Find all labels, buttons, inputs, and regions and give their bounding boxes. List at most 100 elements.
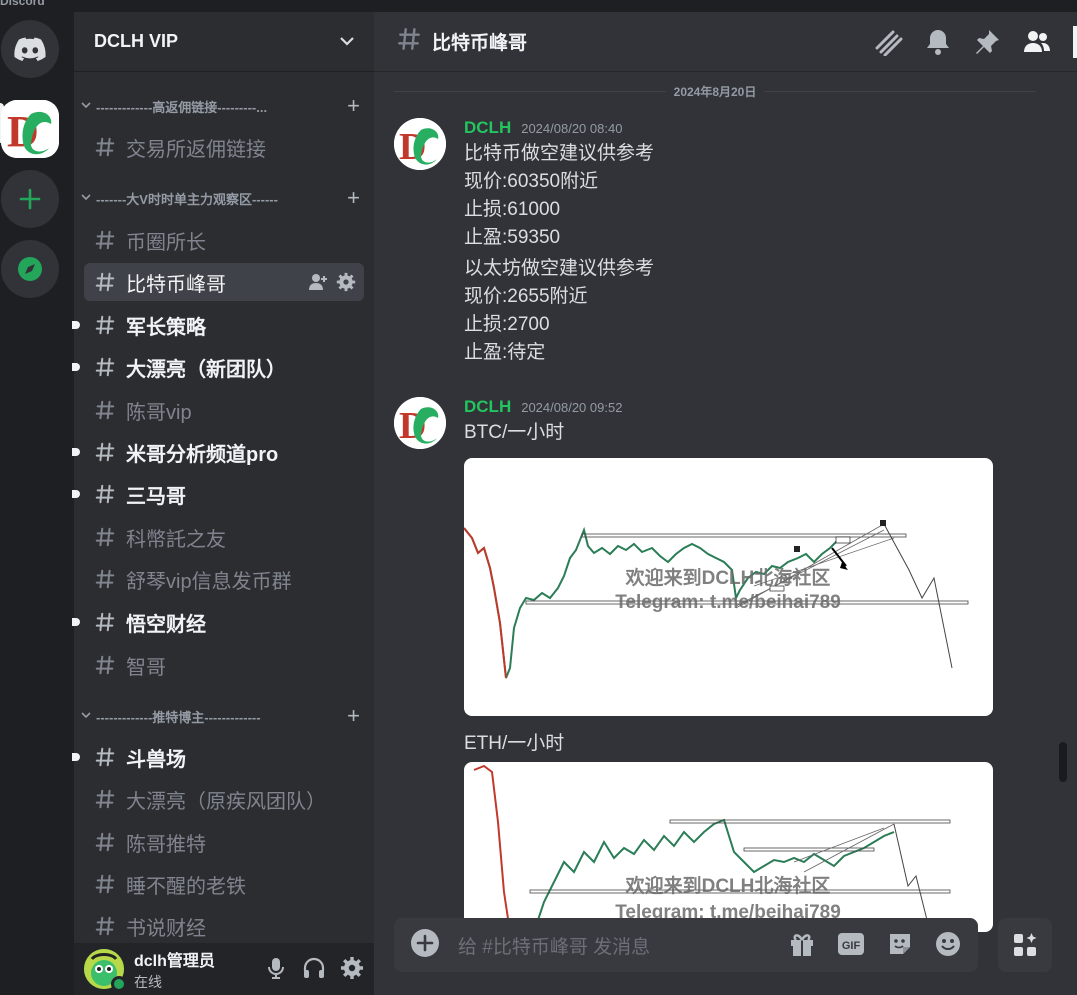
category-label: -------大V时时单主力观察区------ (96, 191, 278, 207)
channel-hash-icon (94, 136, 116, 158)
window-title: Discord (0, 0, 45, 8)
unread-indicator (72, 490, 80, 498)
online-status-icon (111, 976, 127, 992)
watermark-line-1: 欢迎来到DCLH北海社区 (625, 874, 831, 897)
message-line: 止损:61000 (464, 199, 561, 220)
add-server-icon[interactable] (1, 170, 59, 228)
channel-item[interactable]: 斗兽场 (72, 738, 364, 776)
channel-label: 大漂亮（新团队） (126, 358, 286, 381)
author-avatar[interactable]: D (394, 118, 446, 170)
category-header[interactable]: -------------高返佣链接---------... + (74, 94, 374, 118)
channel-label: 舒琴vip信息发币群 (126, 570, 292, 593)
channel-sidebar: DCLH VIP -------------高返佣链接---------... +… (72, 12, 374, 995)
sticker-icon[interactable] (886, 930, 914, 963)
channel-settings-gear-icon[interactable] (336, 272, 356, 298)
chevron-down-icon (80, 99, 94, 114)
channel-item[interactable]: 陈哥vip (84, 391, 364, 429)
channel-item[interactable]: 米哥分析频道pro (72, 433, 364, 471)
channel-item[interactable]: 书说财经 (84, 907, 364, 945)
create-channel-plus-icon[interactable]: + (347, 187, 360, 209)
svg-text:GIF: GIF (842, 940, 861, 952)
channel-label: 币圈所长 (126, 231, 206, 254)
message-line: 止盈:59350 (464, 227, 561, 248)
channel-item[interactable]: 交易所返佣链接 (84, 128, 364, 166)
message-input[interactable]: 给 #比特币峰哥 发消息 (458, 932, 650, 959)
app-launcher-button[interactable] (998, 918, 1052, 972)
guild-header[interactable]: DCLH VIP (74, 12, 374, 72)
search-bar-edge[interactable] (1073, 26, 1077, 58)
channel-item[interactable]: 睡不醒的老铁 (84, 865, 364, 903)
channel-item[interactable]: 比特币峰哥 (84, 263, 364, 301)
channel-item[interactable]: 科幣託之友 (84, 518, 364, 556)
unread-indicator (72, 753, 80, 761)
channel-label: 陈哥推特 (126, 833, 206, 856)
emoji-icon[interactable] (934, 930, 962, 963)
category-header[interactable]: -------大V时时单主力观察区------ + (74, 186, 374, 210)
channel-label: 三马哥 (126, 485, 186, 508)
invite-members-icon[interactable] (308, 272, 328, 298)
unread-indicator (72, 321, 80, 329)
channel-hash-icon (94, 441, 116, 463)
microphone-icon[interactable] (264, 956, 288, 985)
message-line: 比特币做空建议供参考 (464, 143, 655, 164)
channel-hash-icon (94, 229, 116, 251)
message-author[interactable]: DCLH (464, 118, 511, 138)
gif-icon[interactable]: GIF (836, 930, 866, 963)
message-composer[interactable]: 给 #比特币峰哥 发消息 GIF (394, 918, 978, 972)
username: dclh管理员 (134, 952, 215, 970)
user-status: 在线 (134, 973, 162, 990)
gift-icon[interactable] (788, 930, 816, 963)
create-channel-plus-icon[interactable]: + (347, 705, 360, 727)
channel-hash-icon (94, 356, 116, 378)
server-rail: D (0, 12, 74, 995)
member-list-icon[interactable] (1023, 28, 1051, 61)
author-avatar[interactable]: D (394, 397, 446, 449)
watermark-line-2: Telegram: t.me/beihai789 (615, 592, 841, 613)
pinned-messages-icon[interactable] (973, 28, 1001, 61)
channel-item[interactable]: 三马哥 (72, 475, 364, 513)
channel-hash-icon (94, 831, 116, 853)
explore-discovery-icon[interactable] (1, 240, 59, 298)
create-channel-plus-icon[interactable]: + (347, 95, 360, 117)
channel-item[interactable]: 舒琴vip信息发币群 (84, 560, 364, 598)
category-header[interactable]: -------------推特博主------------- + (74, 704, 374, 728)
channel-hash-icon (94, 873, 116, 895)
message-line: 止损:2700 (464, 314, 550, 335)
chevron-down-icon (80, 191, 94, 206)
window-titlebar: Discord (0, 0, 1077, 12)
channel-hash-icon (396, 26, 422, 57)
channel-item[interactable]: 悟空财经 (72, 603, 364, 641)
image-caption-eth: ETH/一小时 (464, 733, 565, 754)
date-divider-label: 2024年8月20日 (673, 84, 757, 99)
message-author[interactable]: DCLH (464, 397, 511, 417)
btc-chart-image[interactable]: 欢迎来到DCLH北海社区 Telegram: t.me/beihai789 (464, 458, 993, 716)
channel-item[interactable]: 军长策略 (72, 306, 364, 344)
message-line: 现价:60350附近 (464, 171, 599, 192)
unread-indicator (72, 363, 80, 371)
eth-chart-image[interactable]: 欢迎来到DCLH北海社区 Telegram: t.me/beihai789 (464, 762, 993, 932)
channel-item[interactable]: 币圈所长 (84, 221, 364, 259)
user-settings-gear-icon[interactable] (340, 956, 364, 985)
channel-hash-icon (94, 568, 116, 590)
channel-hash-icon (94, 915, 116, 937)
discord-home-icon[interactable] (1, 20, 59, 78)
notification-bell-icon[interactable] (925, 28, 951, 61)
channel-item[interactable]: 大漂亮（原疾风团队） (84, 780, 364, 818)
channel-item[interactable]: 陈哥推特 (84, 823, 364, 861)
image-caption-btc: BTC/一小时 (464, 422, 565, 443)
date-divider: 2024年8月20日 (394, 83, 1036, 99)
chat-scrollbar[interactable] (1059, 742, 1067, 782)
add-attachment-icon[interactable] (410, 928, 440, 963)
threads-icon[interactable] (873, 28, 903, 61)
avatar[interactable] (84, 949, 127, 992)
chevron-down-icon (80, 709, 94, 724)
dclh-server-icon[interactable]: D (1, 100, 59, 158)
message-timestamp: 2024/08/20 08:40 (521, 121, 623, 136)
channel-item[interactable]: 大漂亮（新团队） (72, 348, 364, 386)
watermark-line-1: 欢迎来到DCLH北海社区 (625, 566, 831, 589)
channel-item[interactable]: 智哥 (84, 646, 364, 684)
headphones-icon[interactable] (302, 956, 326, 985)
message-line: 以太坊做空建议供参考 (464, 258, 655, 279)
channel-label: 智哥 (126, 656, 166, 679)
channel-label: 比特币峰哥 (126, 273, 226, 296)
